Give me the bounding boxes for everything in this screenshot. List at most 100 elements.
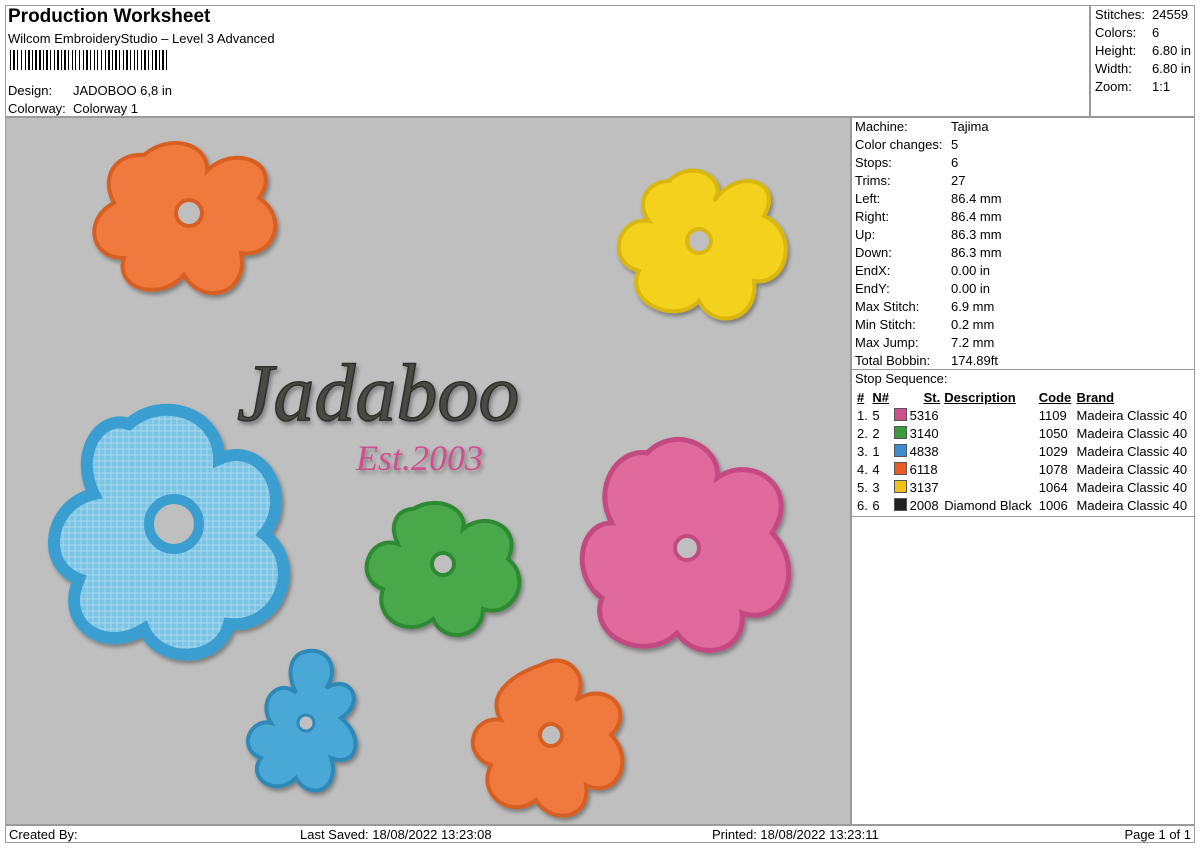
barcode-bar [79, 50, 80, 70]
barcode-bar [43, 50, 44, 70]
stat-zoom-value: 1:1 [1152, 79, 1171, 94]
barcode-bar [35, 50, 37, 70]
thread-code: 1078 [1038, 461, 1068, 477]
thread-brand: Madeira Classic 40 [1076, 461, 1188, 477]
thread-code: 1109 [1038, 407, 1067, 423]
stitch-count: 3137 [892, 478, 943, 496]
machine-info-label: Trims: [855, 173, 891, 188]
thread-description: Diamond Black [944, 497, 1032, 513]
barcode-bar [94, 50, 95, 70]
barcode-bar [148, 50, 149, 70]
color-swatch [893, 461, 907, 475]
machine-info-panel: Machine: Tajima Color changes: 5 Stops: 6 Trim… [851, 117, 1195, 825]
barcode-bar [105, 50, 106, 70]
thread-code: 1064 [1038, 479, 1068, 495]
barcode-bar [166, 50, 167, 70]
design-label: Design: [8, 83, 53, 98]
barcode-bar [54, 50, 55, 70]
stitch-count-value: 2008 [909, 497, 939, 513]
page-title: Production Worksheet [8, 6, 211, 27]
barcode-bar [64, 50, 66, 70]
machine-info-value: 174.89ft [951, 353, 998, 368]
barcode-bar [126, 50, 128, 70]
barcode-bar [123, 50, 124, 70]
design-sub-text: Est.2003 [355, 438, 483, 478]
barcode-bar [97, 50, 98, 70]
color-swatch [893, 479, 907, 493]
stop-sequence-title: Stop Sequence: [855, 371, 948, 386]
needle-num: 5 [872, 407, 880, 423]
stitch-count-value: 4838 [909, 443, 939, 459]
machine-info-value: 86.4 mm [951, 191, 1002, 206]
row-num: 6. [857, 497, 868, 513]
stitch-count-value: 3137 [909, 479, 939, 495]
needle-num: 6 [872, 497, 880, 513]
col-num: # [857, 389, 865, 405]
design-main-text: Jadaboo [237, 347, 519, 438]
thread-description [942, 478, 1037, 496]
barcode-bar [13, 50, 15, 70]
barcode-bar [130, 50, 131, 70]
pink-flower-right [579, 436, 792, 653]
stat-colors-value: 6 [1152, 25, 1160, 40]
thread-code: 1050 [1038, 425, 1068, 441]
machine-info-label: Max Jump: [855, 335, 919, 350]
barcode-bar [144, 50, 146, 70]
barcode-bar [83, 50, 84, 70]
stitch-count: 6118 [892, 460, 943, 478]
col-brand: Brand [1076, 389, 1115, 405]
barcode-bar [57, 50, 59, 70]
thread-brand: Madeira Classic 40 [1076, 407, 1188, 423]
divider [852, 369, 1194, 370]
machine-info-label: Max Stitch: [855, 299, 920, 314]
machine-info-value: 0.00 in [951, 263, 991, 278]
stat-stitches-value: 24559 [1152, 7, 1189, 22]
orange-flower-top-left [92, 141, 278, 295]
needle-num: 4 [872, 461, 880, 477]
last-saved: Last Saved: 18/08/2022 13:23:08 [300, 827, 492, 842]
barcode-bar [72, 50, 73, 70]
row-num: 2. [857, 425, 868, 441]
machine-info-label: Min Stitch: [855, 317, 916, 332]
barcode-bar [17, 50, 18, 70]
green-flower-center [364, 500, 522, 637]
machine-info-label: Stops: [855, 155, 892, 170]
barcode-bar [50, 50, 51, 70]
barcode-bar [46, 50, 48, 70]
machine-info-label: Total Bobbin: [855, 353, 931, 368]
thread-brand: Madeira Classic 40 [1076, 443, 1188, 459]
software-name: Wilcom EmbroideryStudio – Level 3 Advanc… [8, 31, 275, 46]
thread-description [942, 460, 1037, 478]
thread-brand: Madeira Classic 40 [1076, 425, 1188, 441]
machine-info-label: Color changes: [855, 137, 943, 152]
col-code: Code [1038, 389, 1072, 405]
blue-flower-small [245, 648, 358, 793]
stat-height-label: Height: [1095, 43, 1137, 58]
color-swatch [893, 407, 907, 421]
page-number: Page 1 of 1 [1124, 827, 1192, 842]
stop-sequence-table: # N# St. Description Code Brand 1. 5 5316 1… [855, 388, 1193, 514]
barcode-bar [141, 50, 142, 70]
color-swatch [893, 425, 907, 439]
colorway-value: Colorway 1 [73, 101, 139, 116]
machine-info-value: 0.00 in [951, 281, 991, 296]
stop-sequence-row: 4. 4 6118 1078 Madeira Classic 40 [855, 460, 1193, 478]
barcode-bar [86, 50, 88, 70]
thread-code: 1006 [1038, 497, 1068, 513]
barcode-bar [32, 50, 33, 70]
barcode-bar [134, 50, 135, 70]
machine-info-value: 86.3 mm [951, 227, 1002, 242]
barcode-bar [10, 50, 11, 70]
yellow-flower-top-right [616, 168, 788, 321]
barcode-bar [39, 50, 41, 70]
stitch-count-value: 6118 [909, 461, 938, 477]
stat-width-value: 6.80 in [1152, 61, 1192, 76]
stop-sequence-row: 6. 6 2008 Diamond Black 1006 Madeira Classic … [855, 496, 1193, 514]
stop-sequence-header-row: # N# St. Description Code Brand [855, 388, 1193, 406]
machine-info-value: 6.9 mm [951, 299, 995, 314]
color-swatch [893, 497, 907, 511]
col-description: Description [944, 389, 1016, 405]
machine-info-value: 27 [951, 173, 966, 188]
machine-info-label: Down: [855, 245, 892, 260]
orange-flower-bottom [471, 658, 625, 818]
